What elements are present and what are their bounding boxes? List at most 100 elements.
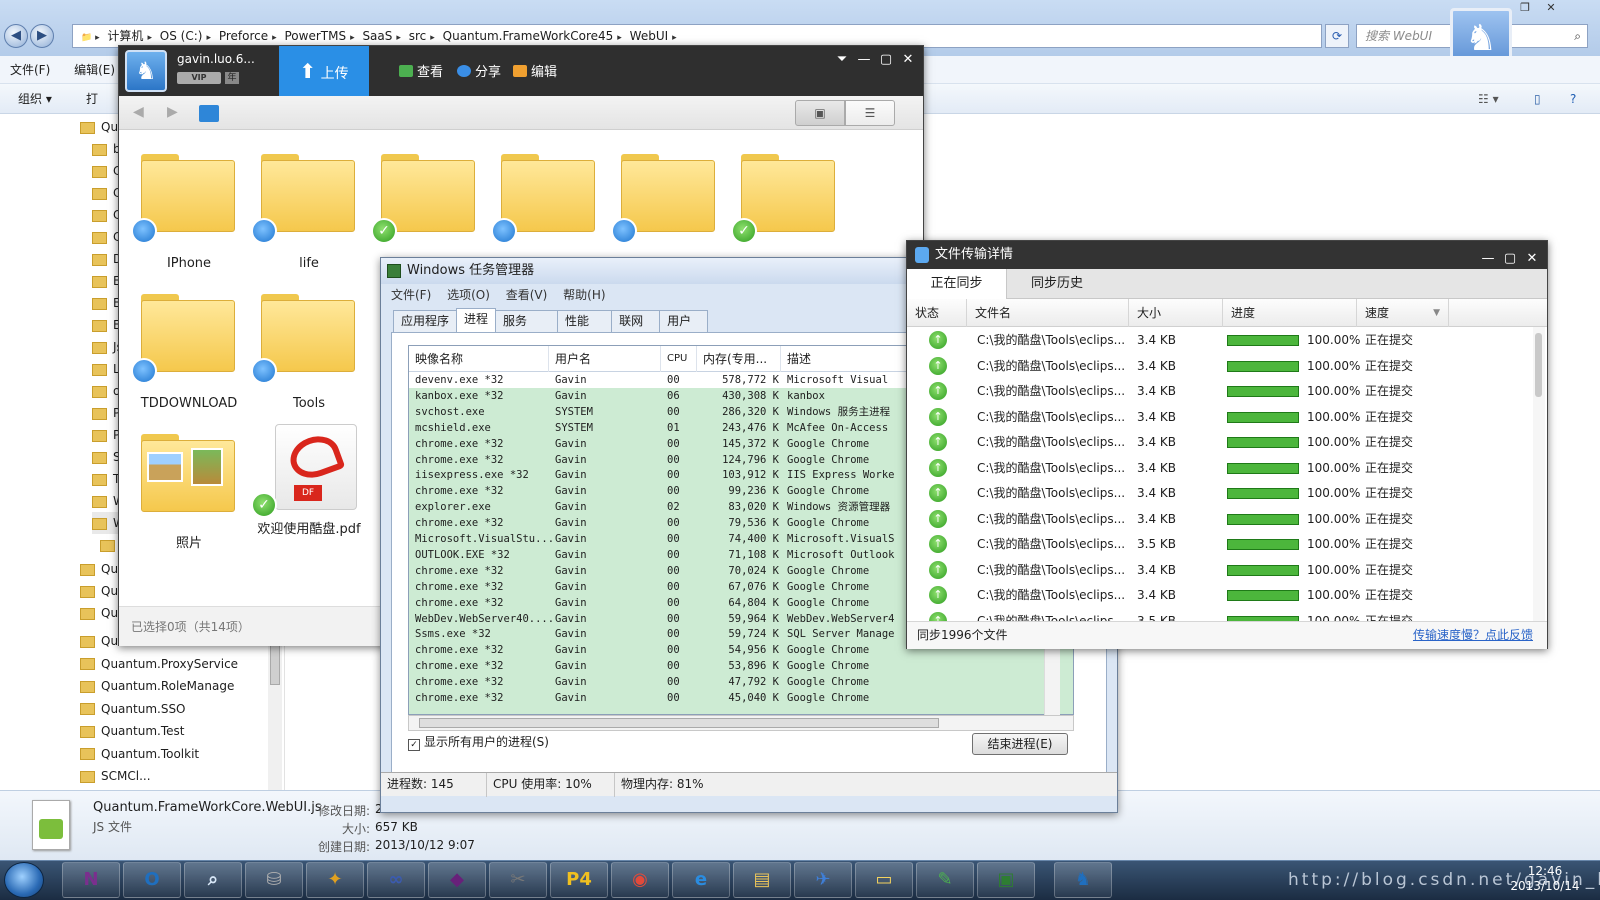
file-item[interactable]: TDDOWNLOAD [127, 284, 237, 424]
taskbar-app-button[interactable]: ✈ [794, 862, 852, 898]
menu-view[interactable]: 查看(V) [506, 284, 548, 306]
tab-performance[interactable]: 性能 [557, 310, 613, 332]
file-item[interactable]: life [247, 144, 357, 284]
transfer-row[interactable]: ↑ C:\我的酷盘\Tools\eclips... 3.5 KB 100.00% 正在提… [907, 531, 1531, 557]
tab-processes[interactable]: 进程 [456, 308, 497, 332]
tree-item[interactable]: Quantum.RoleManage [80, 675, 234, 697]
transfer-row[interactable]: ↑ C:\我的酷盘\Tools\eclips... 3.4 KB 100.00% 正在提… [907, 404, 1531, 430]
open-button[interactable]: 打 [86, 84, 98, 114]
show-all-processes-checkbox[interactable]: ✓ 显示所有用户的进程(S) [408, 733, 549, 751]
column-file-name[interactable]: 文件名 [967, 299, 1129, 327]
column-image-name[interactable]: 映像名称 [409, 346, 549, 372]
username[interactable]: gavin.luo.6... [177, 52, 287, 66]
taskbar-app-button[interactable]: ◆ [428, 862, 486, 898]
transfer-row[interactable]: ↑ C:\我的酷盘\Tools\eclips... 3.4 KB 100.00% 正在提… [907, 557, 1531, 583]
taskbar-app-button[interactable]: ✎ [916, 862, 974, 898]
taskbar-app-button[interactable]: ♞ [1054, 862, 1112, 898]
transfer-row[interactable]: ↑ C:\我的酷盘\Tools\eclips... 3.4 KB 100.00% 正在提… [907, 429, 1531, 455]
column-status[interactable]: 状态 [907, 299, 967, 327]
tab-applications[interactable]: 应用程序 [393, 310, 458, 332]
breadcrumb-item[interactable]: src [409, 29, 427, 43]
checkbox-checked-icon[interactable]: ✓ [408, 739, 420, 751]
transfer-row[interactable]: ↑ C:\我的酷盘\Tools\eclips... 3.4 KB 100.00% 正在提… [907, 327, 1531, 353]
taskbar-app-button[interactable]: ▭ [855, 862, 913, 898]
forward-icon[interactable]: ▶ [30, 24, 54, 48]
list-view-button[interactable]: ☰ [845, 100, 895, 126]
breadcrumb-item[interactable]: Quantum.FrameWorkCore45 [443, 29, 614, 43]
back-icon[interactable]: ◀ [133, 104, 144, 120]
windows-start-icon[interactable] [4, 862, 44, 898]
maximize-icon[interactable]: ▢ [875, 52, 897, 67]
breadcrumb-item[interactable]: OS (C:) [160, 29, 203, 43]
close-icon[interactable]: ✕ [897, 52, 919, 67]
forward-icon[interactable]: ▶ [167, 104, 178, 120]
close-icon[interactable]: ✕ [1538, 0, 1564, 16]
column-memory[interactable]: 内存(专用... [697, 346, 781, 372]
taskbar-app-button[interactable]: O [123, 862, 181, 898]
tree-item[interactable]: Quantum.ProxyService [80, 653, 238, 675]
process-row[interactable]: chrome.exe *32 Gavin 00 53,896 K Google Chro… [409, 658, 1073, 674]
tab-syncing[interactable]: 正在同步 [907, 269, 1007, 299]
transfer-row[interactable]: ↑ C:\我的酷盘\Tools\eclips... 3.5 KB 100.00% 正在提… [907, 608, 1531, 621]
transfer-row[interactable]: ↑ C:\我的酷盘\Tools\eclips... 3.4 KB 100.00% 正在提… [907, 353, 1531, 379]
process-row[interactable]: chrome.exe *32 Gavin 00 47,792 K Google Chro… [409, 674, 1073, 690]
transfer-row[interactable]: ↑ C:\我的酷盘\Tools\eclips... 3.4 KB 100.00% 正在提… [907, 480, 1531, 506]
tree-item[interactable]: C [92, 226, 121, 248]
taskbar-app-button[interactable]: ✦ [306, 862, 364, 898]
thumbnail-view-button[interactable]: ▣ [795, 100, 845, 126]
home-icon[interactable] [199, 105, 219, 122]
upload-button[interactable]: ⬆ 上传 [279, 46, 369, 96]
menu-file[interactable]: 文件(F) [391, 284, 431, 306]
transfer-row[interactable]: ↑ C:\我的酷盘\Tools\eclips... 3.4 KB 100.00% 正在提… [907, 582, 1531, 608]
column-speed[interactable]: 速度 ▼ [1357, 299, 1449, 327]
search-icon[interactable]: ⌕ [1574, 25, 1581, 47]
taskbar-app-button[interactable]: P4 [550, 862, 608, 898]
menu-help[interactable]: 帮助(H) [563, 284, 605, 306]
file-item[interactable]: IPhone [127, 144, 237, 284]
tab-services[interactable]: 服务 [495, 310, 559, 332]
dropdown-icon[interactable]: ⏷ [831, 52, 853, 67]
tree-item[interactable]: C [92, 204, 121, 226]
minimize-icon[interactable]: — [853, 52, 875, 67]
column-cpu[interactable]: CPU [661, 346, 697, 372]
transfer-row[interactable]: ↑ C:\我的酷盘\Tools\eclips... 3.4 KB 100.00% 正在提… [907, 506, 1531, 532]
breadcrumb-item[interactable]: WebUI [630, 29, 668, 43]
tree-item[interactable]: C [92, 182, 121, 204]
share-button[interactable]: 分享 [457, 61, 501, 80]
feedback-link[interactable]: 传输速度慢？点此反馈 [1413, 622, 1533, 648]
end-process-button[interactable]: 结束进程(E) [972, 733, 1068, 755]
tree-item[interactable]: C [92, 160, 121, 182]
transfer-scrollbar[interactable] [1533, 327, 1545, 621]
scroll-thumb[interactable] [1535, 333, 1542, 397]
tab-networking[interactable]: 联网 [611, 310, 661, 332]
file-item[interactable]: DF ✓ 欢迎使用酷盘.pdf [247, 424, 361, 564]
tree-item[interactable]: Quantum.SSO [80, 698, 186, 720]
tree-item[interactable]: Quantum.Test [80, 720, 184, 742]
breadcrumb-item[interactable]: SaaS [362, 29, 392, 43]
edit-button[interactable]: 编辑 [513, 61, 557, 80]
restore-icon[interactable]: ❐ [1512, 0, 1538, 16]
preview-pane-icon[interactable]: ▯ [1534, 84, 1541, 114]
menu-options[interactable]: 选项(O) [447, 284, 490, 306]
tree-item[interactable]: Quantum.Toolkit [80, 743, 199, 765]
tree-item[interactable]: b [92, 138, 121, 160]
file-item[interactable]: 照片 [127, 424, 237, 564]
system-tray[interactable] [1312, 866, 1462, 890]
tree-scrollbar[interactable] [268, 645, 282, 790]
view-button[interactable]: 查看 [399, 61, 443, 80]
taskbar-app-button[interactable]: e [672, 862, 730, 898]
system-clock[interactable]: 12:46 2013/10/14 [1505, 864, 1585, 894]
taskbar-app-button[interactable]: ▣ [977, 862, 1035, 898]
transfer-row[interactable]: ↑ C:\我的酷盘\Tools\eclips... 3.4 KB 100.00% 正在提… [907, 378, 1531, 404]
tree-item[interactable]: Qu [80, 116, 118, 138]
process-horizontal-scrollbar[interactable] [408, 715, 1074, 731]
view-icon[interactable]: ☷ ▾ [1478, 84, 1499, 114]
menu-file[interactable]: 文件(F) [0, 56, 60, 84]
tab-users[interactable]: 用户 [659, 310, 709, 332]
tree-item[interactable]: SCMCl... [80, 765, 151, 787]
taskbar-app-button[interactable]: ⌕ [184, 862, 242, 898]
process-row[interactable]: chrome.exe *32 Gavin 00 45,040 K Google Chro… [409, 690, 1073, 706]
tab-sync-history[interactable]: 同步历史 [1007, 269, 1107, 299]
tree-item[interactable]: o [92, 380, 120, 402]
back-icon[interactable]: ◀ [4, 24, 28, 48]
